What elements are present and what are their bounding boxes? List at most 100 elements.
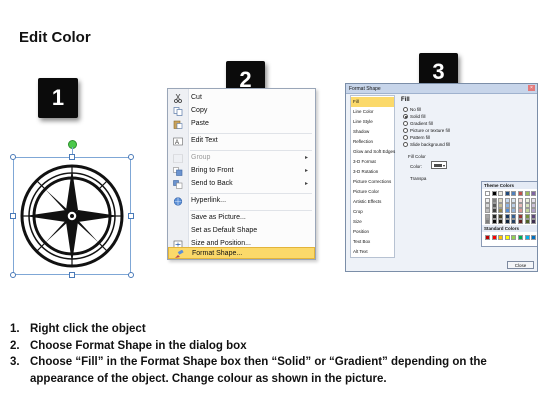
instruction-number: 2. (10, 339, 20, 352)
menu-item-set-default-shape[interactable]: Set as Default Shape (168, 225, 315, 238)
menu-item-send-to-back[interactable]: Send to Back ▸ (168, 178, 315, 191)
instruction-item: 2. Choose Format Shape in the dialog box (10, 338, 550, 355)
color-swatch[interactable] (498, 218, 504, 224)
dialog-category-label: Text Box (353, 239, 371, 244)
dialog-category-label: Shadow (353, 129, 370, 134)
close-button[interactable]: Close (507, 261, 534, 269)
dialog-category-item[interactable]: Line Style (351, 117, 394, 127)
context-menu: Cut Copy Paste A Edit Text Group ▸ Bring… (167, 88, 316, 260)
dialog-category-item[interactable]: Line Color (351, 107, 394, 117)
radio-slide-background-fill[interactable] (403, 142, 408, 147)
dialog-category-item[interactable]: Picture Color (351, 187, 394, 197)
dialog-category-item[interactable]: 3-D Rotation (351, 167, 394, 177)
instruction-item: 1. Right click the object (10, 321, 550, 338)
dialog-category-item[interactable]: Artistic Effects (351, 197, 394, 207)
menu-item-save-as-picture[interactable]: Save as Picture... (168, 212, 315, 225)
menu-item-group[interactable]: Group ▸ (168, 152, 315, 165)
dialog-category-item[interactable]: Crop (351, 207, 394, 217)
resize-handle-nw[interactable] (10, 154, 16, 160)
color-swatch[interactable] (524, 191, 530, 196)
color-swatch[interactable] (531, 235, 537, 240)
radio-pattern-fill[interactable] (403, 135, 408, 140)
resize-handle-sw[interactable] (10, 272, 16, 278)
chevron-down-icon: ▾ (442, 163, 445, 168)
color-dropdown-button[interactable]: ▾ (431, 161, 447, 169)
dialog-category-item[interactable]: Shadow (351, 127, 394, 137)
dialog-category-item[interactable]: 3-D Format (351, 157, 394, 167)
format-shape-icon (174, 249, 184, 259)
submenu-arrow-icon: ▸ (304, 155, 308, 161)
menu-item-label: Size and Position... (191, 240, 251, 247)
dialog-category-item[interactable]: Position (351, 227, 394, 237)
color-swatch[interactable] (511, 191, 517, 196)
dialog-category-list: Fill Line Color Line Style Shadow Reflection… (350, 95, 395, 258)
color-swatch[interactable] (498, 191, 504, 196)
resize-handle-e[interactable] (128, 213, 134, 219)
dialog-category-item[interactable]: Glow and Soft Edges (351, 147, 395, 157)
dialog-category-item[interactable]: Alt Text (351, 247, 394, 257)
resize-handle-ne[interactable] (128, 154, 134, 160)
color-swatch[interactable] (504, 235, 510, 240)
radio-solid-fill[interactable] (403, 114, 408, 119)
color-swatch[interactable] (485, 235, 490, 240)
color-swatch[interactable] (485, 218, 490, 224)
dialog-category-label: 3-D Rotation (353, 169, 379, 174)
color-swatch[interactable] (518, 218, 523, 224)
instruction-item: 3. Choose “Fill” in the Format Shape box … (10, 354, 550, 387)
menu-separator (190, 133, 312, 134)
color-swatch[interactable] (524, 235, 530, 240)
dialog-category-label: Alt Text (353, 249, 368, 254)
instruction-text: Right click the object (30, 323, 146, 335)
color-swatch[interactable] (511, 235, 517, 240)
group-icon (173, 154, 183, 163)
menu-item-copy[interactable]: Copy (168, 105, 315, 118)
color-swatch[interactable] (518, 235, 523, 240)
dialog-category-item[interactable]: Fill (351, 97, 394, 107)
submenu-arrow-icon: ▸ (304, 168, 308, 174)
menu-item-edit-text[interactable]: A Edit Text (168, 135, 315, 148)
menu-item-label: Save as Picture... (191, 214, 246, 221)
resize-handle-w[interactable] (10, 213, 16, 219)
color-swatch[interactable] (531, 218, 537, 224)
dialog-category-item[interactable]: Reflection (351, 137, 394, 147)
dialog-category-label: Line Style (353, 119, 373, 124)
radio-picture-texture-fill[interactable] (403, 128, 408, 133)
selected-compass-shape[interactable] (10, 140, 134, 278)
color-swatch[interactable] (504, 191, 510, 196)
dialog-category-item[interactable]: Picture Corrections (351, 177, 394, 187)
page-title: Edit Color (19, 29, 91, 46)
color-swatch[interactable] (504, 218, 510, 224)
menu-item-cut[interactable]: Cut (168, 92, 315, 105)
dialog-category-item[interactable]: Text Box (351, 237, 394, 247)
color-swatch[interactable] (491, 218, 497, 224)
instruction-number: 3. (10, 356, 20, 368)
dialog-close-icon[interactable]: × (528, 85, 535, 91)
color-swatch[interactable] (531, 191, 537, 196)
resize-handle-se[interactable] (128, 272, 134, 278)
color-swatch[interactable] (524, 218, 530, 224)
dialog-category-item[interactable]: Size (351, 217, 394, 227)
copy-icon (173, 107, 183, 116)
radio-gradient-fill[interactable] (403, 121, 408, 126)
color-swatch[interactable] (491, 191, 497, 196)
resize-handle-n[interactable] (69, 154, 75, 160)
send-to-back-icon (173, 180, 183, 189)
color-swatch[interactable] (498, 235, 504, 240)
menu-item-format-shape[interactable]: Format Shape... (168, 247, 315, 259)
step-badge-1: 1 (38, 78, 78, 118)
color-swatch[interactable] (491, 235, 497, 240)
radio-label: Picture or texture fill (410, 128, 450, 133)
menu-item-bring-to-front[interactable]: Bring to Front ▸ (168, 165, 315, 178)
menu-item-label: Group (191, 154, 211, 161)
fill-color-heading: Fill Color (408, 154, 426, 159)
dialog-category-label: Size (353, 219, 362, 224)
menu-item-paste[interactable]: Paste (168, 118, 315, 131)
color-swatch[interactable] (485, 191, 490, 196)
color-swatch[interactable] (518, 191, 523, 196)
menu-item-hyperlink[interactable]: Hyperlink... (168, 195, 315, 208)
bring-to-front-icon (173, 167, 183, 176)
resize-handle-s[interactable] (69, 272, 75, 278)
radio-label: Gradient fill (410, 121, 433, 126)
color-swatch[interactable] (511, 218, 517, 224)
radio-no-fill[interactable] (403, 107, 408, 112)
